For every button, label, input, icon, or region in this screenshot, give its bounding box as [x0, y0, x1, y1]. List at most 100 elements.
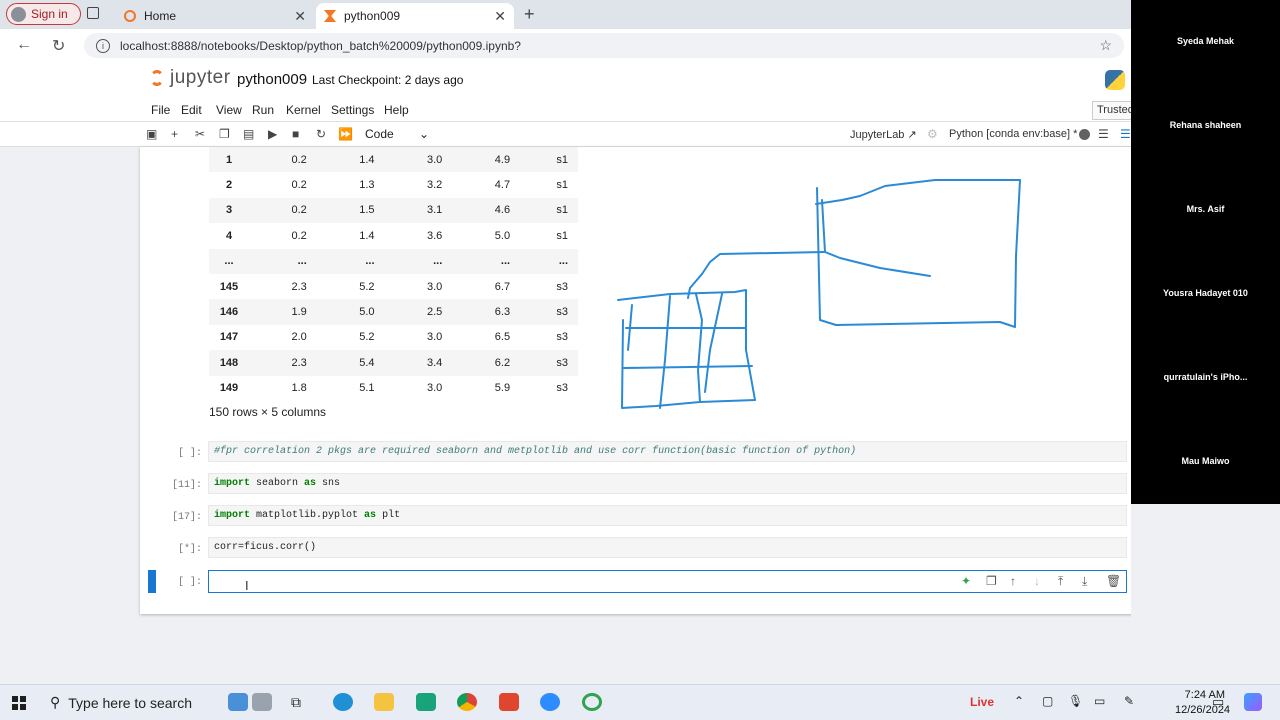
code-cell-corr[interactable]: corr=ficus.corr()	[208, 537, 1127, 558]
move-down-icon[interactable]: ↓	[1034, 574, 1040, 588]
checkpoint-status: Last Checkpoint: 2 days ago	[312, 73, 464, 87]
zoom-icon[interactable]	[540, 693, 560, 711]
table-row: 4 0.2 1.4 3.6 5.0 s1	[209, 223, 578, 248]
wps-icon[interactable]	[499, 693, 519, 711]
row-index: 2	[225, 179, 233, 192]
participant-name: Mrs. Asif	[1186, 204, 1225, 214]
browser-tab-python009[interactable]: python009 ✕	[316, 3, 514, 29]
table-cell: s3	[556, 306, 568, 319]
menu-settings[interactable]: Settings	[331, 103, 374, 117]
table-cell: ...	[500, 255, 511, 268]
duplicate-icon[interactable]: ❐	[986, 574, 997, 588]
menu-edit[interactable]: Edit	[181, 103, 202, 117]
stop-icon[interactable]: ■	[292, 127, 299, 141]
table-cell: s1	[556, 153, 568, 166]
table-cell: ...	[558, 255, 568, 268]
task-view-icon[interactable]: ⧉	[291, 694, 301, 711]
alias-name: plt	[376, 510, 401, 521]
table-cell: 3.0	[427, 280, 443, 293]
microphone-icon[interactable]: 🎙	[1068, 694, 1083, 708]
browser-tab-home[interactable]: Home ✕	[116, 3, 314, 29]
url-text: localhost:8888/notebooks/Desktop/python_…	[120, 38, 521, 53]
table-row: 148 2.3 5.4 3.4 6.2 s3	[209, 350, 578, 376]
menu-file[interactable]: File	[151, 103, 170, 117]
table-row: 2 0.2 1.3 3.2 4.7 s1	[209, 172, 578, 197]
pen-icon[interactable]: ✎	[1124, 694, 1134, 708]
tab-actions-icon[interactable]	[87, 7, 99, 19]
app-icon[interactable]	[228, 693, 248, 711]
search-placeholder: Type here to search	[68, 694, 193, 711]
save-icon[interactable]: ▣	[146, 127, 157, 141]
kernel-name[interactable]: Python [conda env:base] *	[949, 128, 1077, 140]
run-icon[interactable]: ▶	[268, 127, 277, 141]
table-cell: 3.0	[427, 382, 443, 395]
table-row: 1 0.2 1.4 3.0 4.9 s1	[209, 147, 578, 173]
close-tab-icon[interactable]: ✕	[494, 8, 506, 25]
table-cell: 2.5	[427, 306, 443, 319]
address-bar[interactable]: i localhost:8888/notebooks/Desktop/pytho…	[84, 33, 1124, 58]
taskbar-search[interactable]: ⚲ Type here to search	[50, 694, 192, 711]
gear-icon[interactable]: ⚙	[927, 127, 938, 141]
copy-icon[interactable]: ❐	[219, 127, 230, 141]
address-toolbar: ← ↻ i localhost:8888/notebooks/Desktop/p…	[0, 29, 1131, 61]
sidebar-toggle-icon[interactable]: ☰	[1120, 127, 1131, 141]
bookmark-star-icon[interactable]: ☆	[1099, 37, 1112, 54]
table-cell: 3.0	[427, 153, 443, 166]
jupyterlab-link[interactable]: JupyterLab ↗	[850, 128, 917, 141]
code-cell-import-matplotlib[interactable]: import matplotlib.pyplot as plt	[208, 505, 1127, 526]
app-icon[interactable]	[416, 693, 436, 711]
delete-icon[interactable]: 🗑	[1106, 574, 1121, 588]
fast-forward-icon[interactable]: ⏩	[338, 127, 353, 141]
table-cell: 5.9	[494, 382, 511, 395]
app-icon[interactable]	[252, 693, 272, 711]
participant-name: Rehana shaheen	[1169, 120, 1242, 130]
menu-kernel[interactable]: Kernel	[286, 103, 321, 117]
meet-now-icon[interactable]: ▢	[1042, 694, 1053, 708]
menu-help[interactable]: Help	[384, 103, 409, 117]
copilot-icon[interactable]	[1244, 693, 1262, 711]
back-icon[interactable]: ←	[16, 36, 32, 54]
file-explorer-icon[interactable]	[374, 693, 394, 711]
chevron-down-icon: ⌄	[418, 127, 429, 141]
cut-icon[interactable]: ✂	[195, 127, 205, 141]
live-indicator[interactable]: Live	[970, 695, 994, 709]
menu-icon[interactable]: ☰	[1098, 127, 1109, 141]
code-cell-comment[interactable]: #fpr correlation 2 pkgs are required sea…	[208, 441, 1127, 462]
keyword: import	[214, 478, 251, 489]
participant-name: qurratulain's iPho...	[1163, 372, 1248, 382]
edge-icon[interactable]	[333, 693, 353, 711]
dataframe-output: 1 0.2 1.4 3.0 4.9 s1 2 0.2 1.3 3.2 4.7 s1 3 0.2 1.5 3.1…	[209, 147, 578, 401]
drawn-stroke	[695, 293, 703, 403]
reload-icon[interactable]: ↻	[52, 36, 65, 56]
notification-icon[interactable]: ▭	[1212, 694, 1224, 710]
insert-below-icon[interactable]: ⤓	[1082, 574, 1087, 589]
menu-run[interactable]: Run	[252, 103, 274, 117]
add-cell-icon[interactable]: +	[171, 127, 178, 141]
table-cell: s1	[556, 229, 568, 242]
notebook-title[interactable]: python009	[237, 71, 307, 88]
code-cell-import-seaborn[interactable]: import seaborn as sns	[208, 473, 1127, 494]
cell-prompt: [ ]:	[177, 577, 202, 588]
python-logo-icon	[1105, 70, 1125, 90]
table-row: 149 1.8 5.1 3.0 5.9 s3	[209, 376, 578, 401]
restart-icon[interactable]: ↻	[316, 127, 326, 141]
close-tab-icon[interactable]: ✕	[294, 8, 306, 25]
menu-view[interactable]: View	[216, 103, 242, 117]
site-info-icon[interactable]: i	[96, 38, 110, 53]
table-cell: s3	[556, 356, 568, 369]
move-up-icon[interactable]: ↑	[1010, 574, 1016, 588]
chrome-icon[interactable]	[457, 693, 477, 711]
jupyterlab-label: JupyterLab	[850, 129, 905, 141]
app-icon[interactable]	[582, 693, 602, 711]
jupyter-logo[interactable]: jupyter	[150, 67, 231, 89]
windows-start-icon[interactable]	[12, 696, 26, 710]
sign-in-button[interactable]: Sign in	[6, 3, 81, 25]
chevron-up-icon[interactable]: ⌃	[1014, 694, 1024, 708]
insert-above-icon[interactable]: ⤒	[1058, 574, 1063, 589]
battery-icon[interactable]: ▭	[1094, 694, 1105, 708]
table-row: 145 2.3 5.2 3.0 6.7 s3	[209, 274, 578, 299]
new-tab-button[interactable]: +	[524, 4, 535, 25]
sparkle-icon[interactable]: ✦	[961, 574, 971, 588]
paste-icon[interactable]: ▤	[243, 127, 254, 141]
cell-type-select[interactable]: Code ⌄	[365, 127, 429, 141]
